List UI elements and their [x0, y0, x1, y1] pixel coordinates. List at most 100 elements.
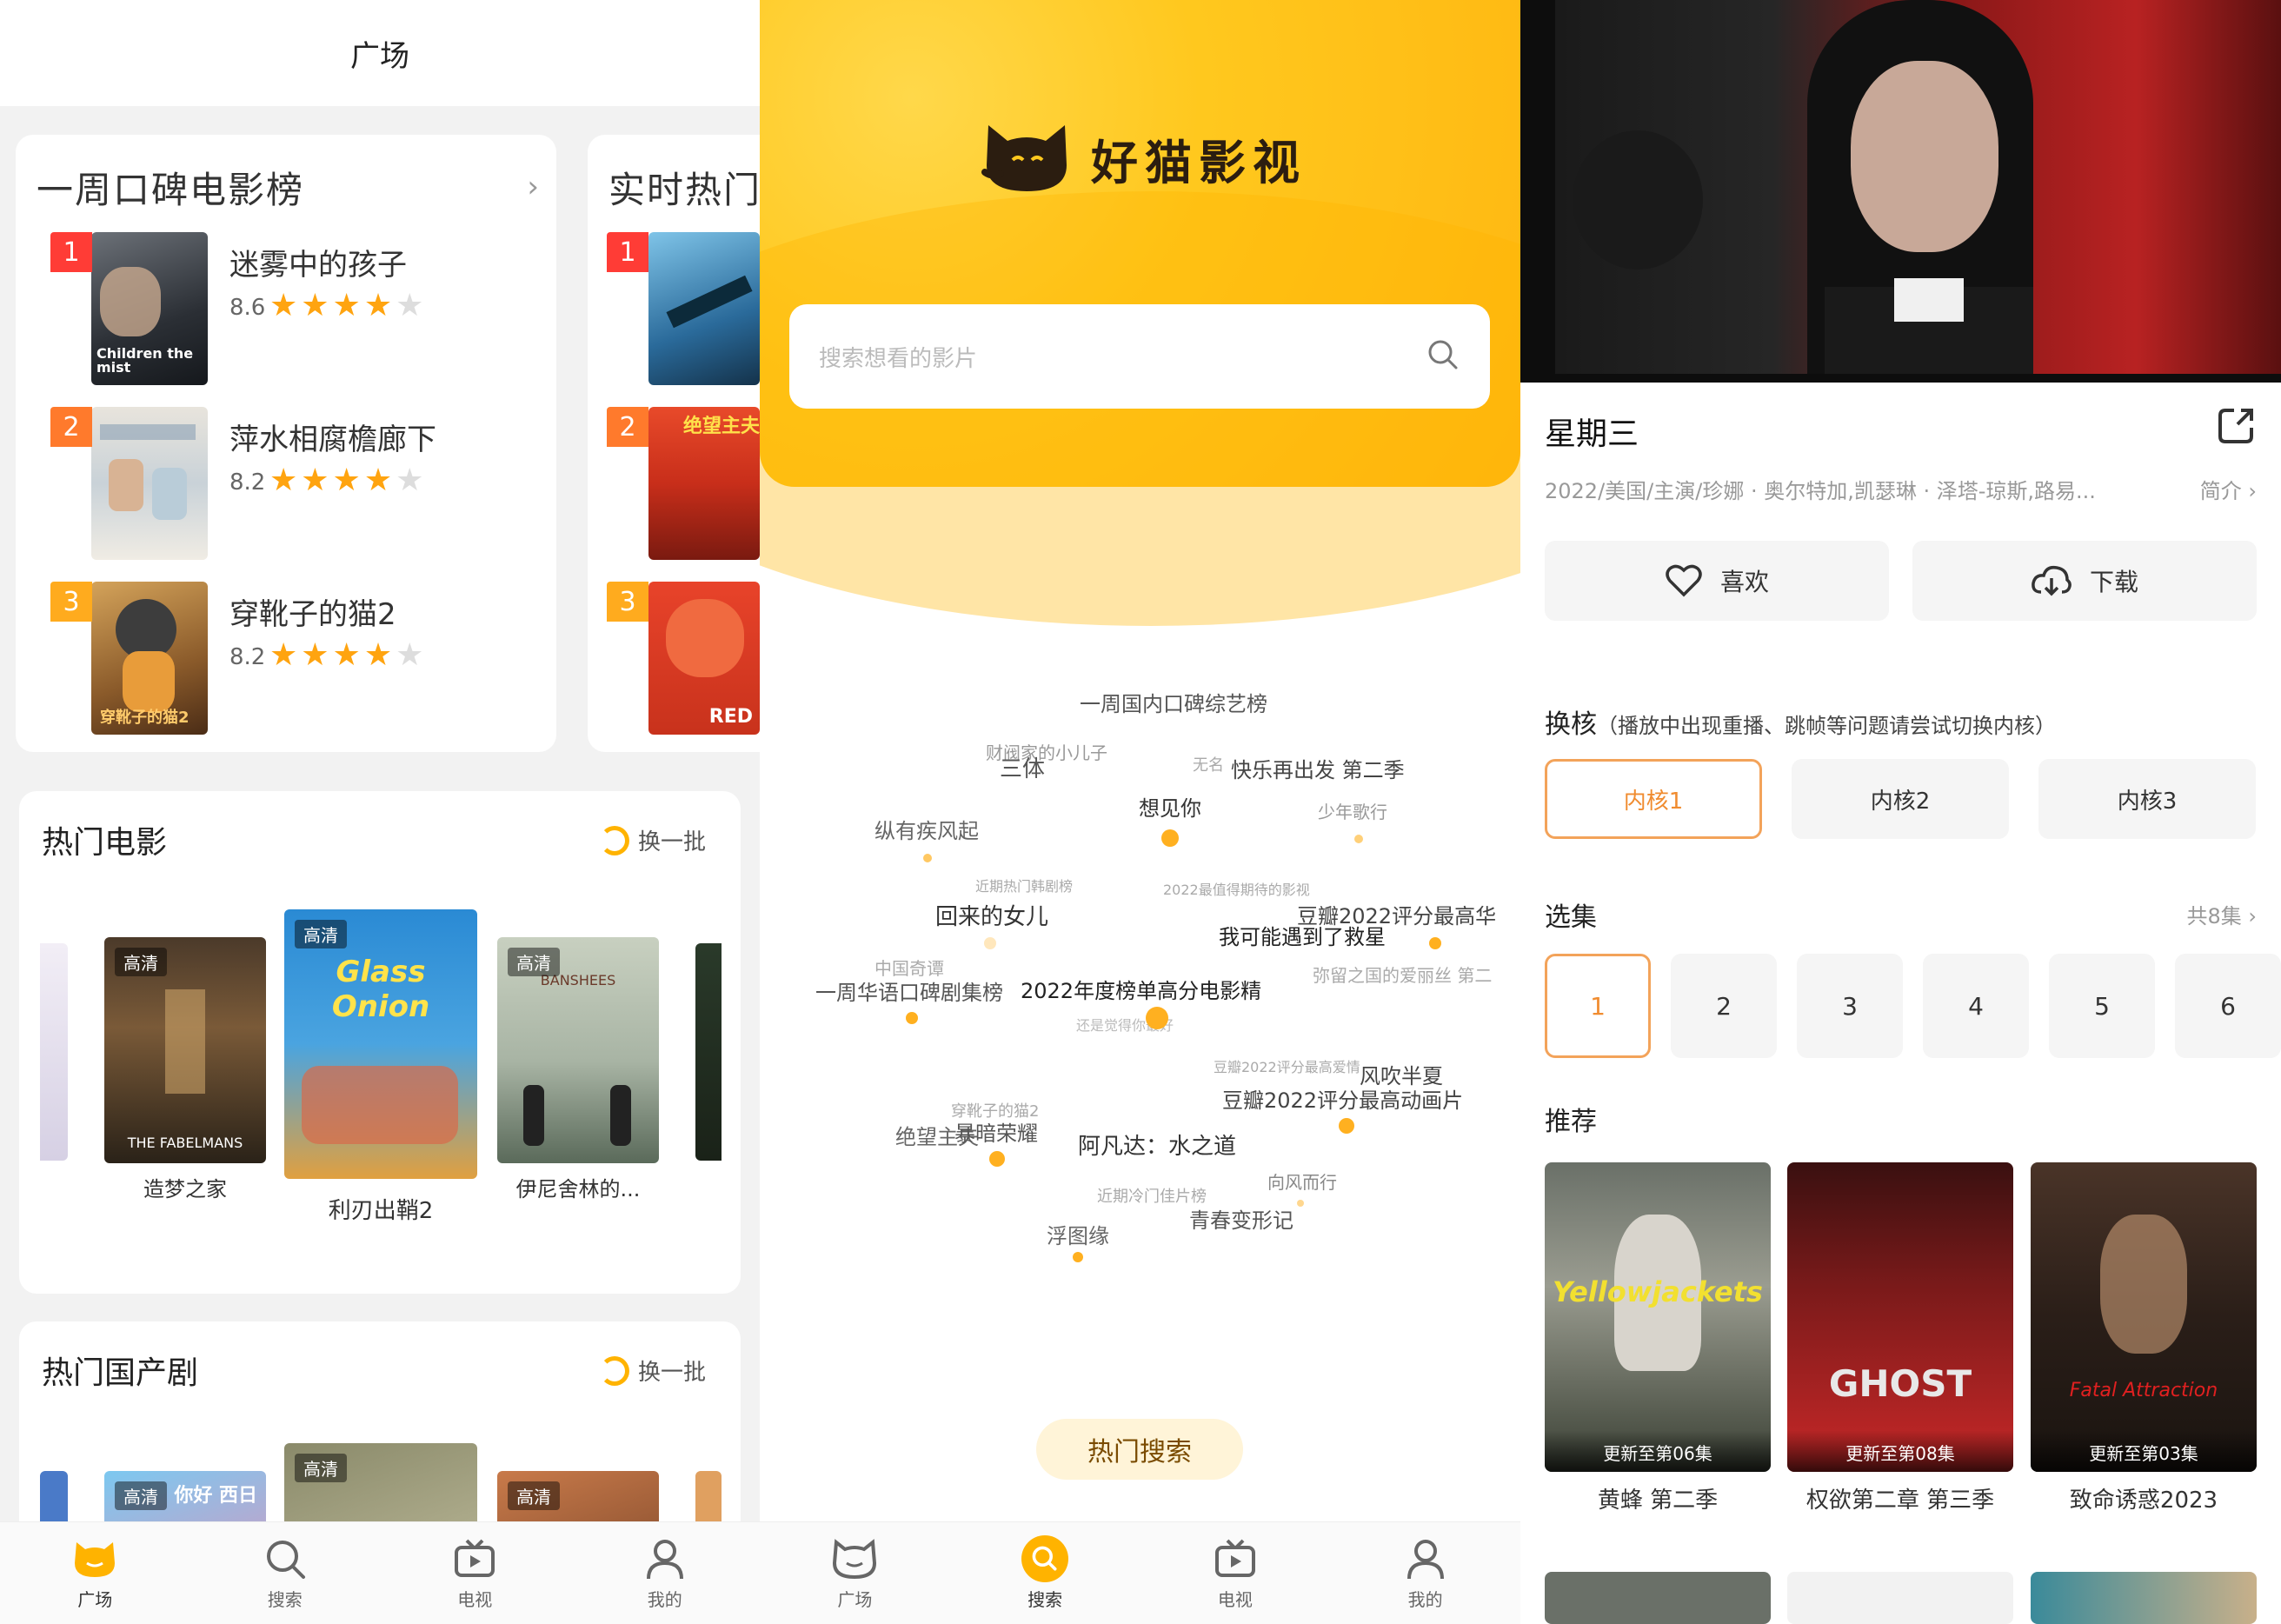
poster-image: [40, 943, 68, 1161]
cloud-item[interactable]: 一周华语口碑剧集榜: [815, 975, 1003, 1006]
cloud-item[interactable]: 2022年度榜单高分电影精: [1021, 974, 1261, 1004]
refresh-button[interactable]: 换一批: [599, 824, 706, 856]
rank-item[interactable]: 1: [588, 232, 760, 389]
hd-badge: 高清: [295, 920, 347, 948]
poster-text: GHOST: [1828, 1362, 1972, 1405]
hot-search-button[interactable]: 热门搜索: [1036, 1419, 1243, 1480]
rank-item[interactable]: 穿靴子的猫2 3 穿靴子的猫2 8.2 ★★★★★: [37, 582, 556, 738]
like-button[interactable]: 喜欢: [1545, 541, 1889, 621]
core-option[interactable]: 内核2: [1792, 759, 2009, 839]
episode-button[interactable]: 6: [2175, 954, 2281, 1058]
tab-mine[interactable]: 我的: [570, 1522, 761, 1624]
episode-button[interactable]: 4: [1923, 954, 2029, 1058]
episode-button[interactable]: 2: [1671, 954, 1777, 1058]
cloud-item[interactable]: 浮图缘: [1047, 1219, 1109, 1249]
movie-card[interactable]: [40, 943, 68, 1161]
chevron-right-icon[interactable]: ›: [527, 170, 539, 204]
movie-card[interactable]: Glass Onion 高清 利刃出鞘2: [284, 909, 477, 1224]
recommend-card[interactable]: [1545, 1572, 1771, 1624]
movie-card[interactable]: [695, 943, 722, 1161]
recommend-card[interactable]: GHOST 更新至第08集: [1787, 1162, 2013, 1472]
tab-tv[interactable]: 电视: [380, 1522, 570, 1624]
video-player[interactable]: [1520, 0, 2281, 383]
cloud-item[interactable]: 2022最值得期待的影视: [1163, 878, 1310, 899]
cat-icon: [831, 1535, 878, 1582]
rank-badge: 3: [50, 582, 92, 622]
poster-image: BANSHEES 高清: [497, 937, 659, 1163]
cloud-item[interactable]: 阿凡达：水之道: [1078, 1128, 1236, 1161]
cloud-item[interactable]: 豆瓣2022评分最高动画片: [1222, 1083, 1463, 1114]
tab-mine[interactable]: 我的: [1330, 1522, 1520, 1624]
hd-badge: 高清: [115, 1481, 167, 1510]
cloud-item[interactable]: 快乐再出发 第二季: [1231, 753, 1405, 783]
recommend-card[interactable]: Yellowjackets 更新至第06集: [1545, 1162, 1771, 1472]
tab-search[interactable]: 搜索: [950, 1522, 1140, 1624]
section-title: 热门国产剧: [42, 1355, 199, 1391]
poster-image: RED: [648, 582, 760, 735]
poster-text: Yellowjackets: [1553, 1275, 1763, 1308]
cloud-dot: [1354, 835, 1363, 843]
poster-text: 你好 西日: [174, 1485, 257, 1507]
cloud-item[interactable]: 向风而行: [1267, 1168, 1337, 1194]
tab-search[interactable]: 搜索: [190, 1522, 381, 1624]
movie-score: 8.2: [229, 469, 266, 496]
download-button[interactable]: 下载: [1912, 541, 2257, 621]
recommend-card[interactable]: [1787, 1572, 2013, 1624]
cloud-item[interactable]: 青春变形记: [1189, 1203, 1293, 1234]
core-option[interactable]: 内核3: [2038, 759, 2256, 839]
episode-button[interactable]: 5: [2049, 954, 2155, 1058]
cloud-item[interactable]: 回来的女儿: [935, 899, 1048, 931]
poster-image: [91, 407, 208, 560]
cloud-item[interactable]: 一周国内口碑综艺榜: [1080, 687, 1267, 717]
bottom-tab-bar: 广场 搜索 电视 我的: [0, 1521, 760, 1624]
cloud-item[interactable]: 三体: [1000, 751, 1045, 783]
cloud-item[interactable]: 豆瓣2022评分最高爱情: [1214, 1055, 1360, 1076]
cloud-item[interactable]: 无名: [1193, 753, 1224, 775]
movie-score: 8.2: [229, 644, 266, 670]
user-icon: [642, 1535, 688, 1582]
episodes-total-link[interactable]: 共8集 ›: [2187, 899, 2258, 929]
search-icon[interactable]: [1426, 337, 1460, 376]
recommend-card[interactable]: [2031, 1572, 2257, 1624]
episode-button[interactable]: 1: [1545, 954, 1651, 1058]
poster-text: THE FABELMANS: [127, 1135, 243, 1151]
rank-item[interactable]: RED 3: [588, 582, 760, 738]
rank-badge: 1: [607, 232, 648, 272]
poster-text: Fatal Attraction: [2069, 1380, 2218, 1401]
realtime-hot-card[interactable]: 实时热门 1 绝望主夫 2 RED 3: [588, 135, 760, 752]
bottom-tab-bar: 广场 搜索 电视 我的: [760, 1521, 1520, 1624]
cloud-item[interactable]: 我可能遇到了救星: [1219, 920, 1386, 950]
cloud-item[interactable]: 近期热门韩剧榜: [975, 875, 1073, 895]
section-title: 热门电影: [42, 825, 168, 861]
rank-item[interactable]: Children the mist 1 迷雾中的孩子 8.6 ★★★★★: [37, 232, 556, 389]
tab-tv[interactable]: 电视: [1140, 1522, 1331, 1624]
recommend-title: 推荐: [1545, 1107, 1597, 1137]
movie-card[interactable]: THE FABELMANS 高清 造梦之家: [104, 937, 266, 1201]
share-icon[interactable]: [2217, 405, 2257, 445]
cloud-item[interactable]: 想见你: [1139, 791, 1201, 822]
core-option[interactable]: 内核1: [1545, 759, 1762, 839]
poster-image: 绝望主夫: [648, 407, 760, 560]
weekly-rank-card[interactable]: 一周口碑电影榜 › Children the mist 1 迷雾中的孩子 8.6…: [16, 135, 556, 752]
user-icon: [1402, 1535, 1449, 1582]
intro-link[interactable]: 简介 ›: [2200, 474, 2257, 504]
recommend-name: 致命诱惑2023: [2069, 1488, 2218, 1514]
search-input[interactable]: 搜索想看的影片: [789, 304, 1490, 409]
cloud-item[interactable]: 少年歌行: [1318, 798, 1387, 823]
recommend-card[interactable]: Fatal Attraction 更新至第03集: [2031, 1162, 2257, 1472]
cloud-item[interactable]: 纵有疾风起: [874, 814, 979, 844]
episode-button[interactable]: 3: [1797, 954, 1903, 1058]
tab-plaza[interactable]: 广场: [760, 1522, 950, 1624]
rank-item[interactable]: 2 萍水相腐檐廊下 8.2 ★★★★★: [37, 407, 556, 563]
cat-icon: [71, 1535, 118, 1582]
tab-plaza[interactable]: 广场: [0, 1522, 190, 1624]
recommend-name: 权欲第二章 第三季: [1806, 1488, 1995, 1514]
cloud-item[interactable]: 弥留之国的爱丽丝 第二: [1313, 962, 1492, 987]
hd-badge: 高清: [508, 948, 560, 976]
cloud-item[interactable]: 暴暗荣耀: [954, 1116, 1038, 1147]
rank-item[interactable]: 绝望主夫 2: [588, 407, 760, 563]
cloud-dot: [923, 854, 932, 862]
refresh-button[interactable]: 换一批: [599, 1354, 706, 1387]
movie-card[interactable]: BANSHEES 高清 伊尼舍林的...: [497, 937, 659, 1201]
cloud-dot: [1339, 1118, 1354, 1134]
